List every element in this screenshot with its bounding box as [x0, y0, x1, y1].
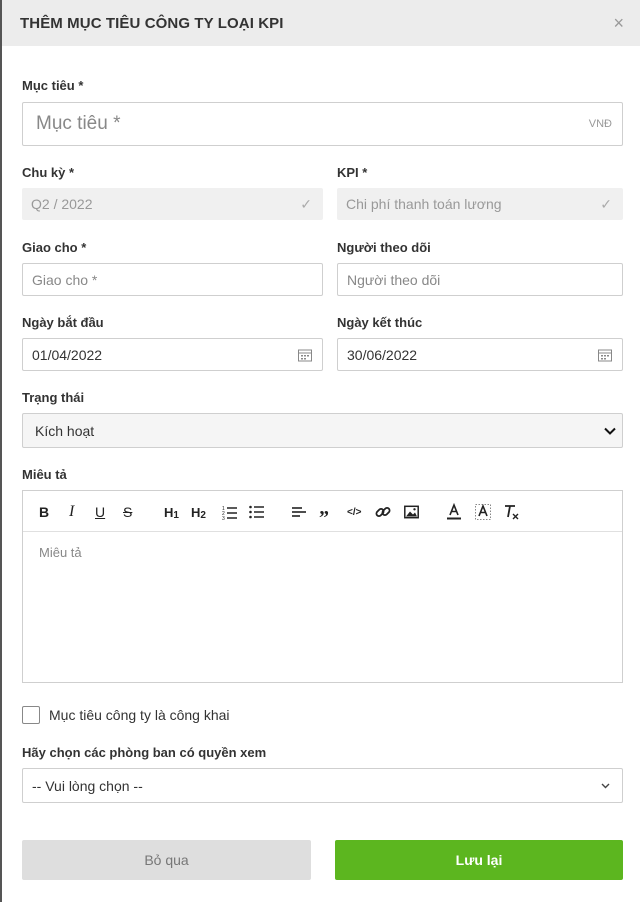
departments-select[interactable]: -- Vui lòng chọn -- [22, 768, 623, 803]
cycle-label: Chu kỳ * [22, 165, 75, 180]
background-color-icon[interactable] [475, 503, 491, 521]
underline-button[interactable]: U [95, 503, 105, 521]
end-date-label: Ngày kết thúc [337, 315, 423, 330]
check-icon: ✓ [300, 195, 312, 212]
ordered-list-icon[interactable]: 123 [222, 503, 237, 521]
assignee-placeholder: Giao cho * [32, 271, 98, 288]
chevron-down-icon [601, 783, 610, 788]
currency-suffix: VNĐ [588, 118, 612, 130]
check-icon: ✓ [600, 195, 612, 212]
assignee-input[interactable]: Giao cho * [22, 263, 323, 296]
align-left-icon[interactable] [292, 503, 306, 521]
save-button[interactable]: Lưu lại [335, 840, 623, 880]
chevron-down-icon [604, 427, 616, 435]
add-company-kpi-target-dialog: THÊM MỤC TIÊU CÔNG TY LOẠI KPI × Mục tiê… [0, 0, 640, 902]
kpi-value: Chi phí thanh toán lương [346, 196, 502, 212]
description-label: Miêu tả [22, 467, 67, 482]
departments-value: -- Vui lòng chọn -- [32, 777, 143, 794]
heading2-button[interactable]: H2 [191, 503, 206, 521]
end-date-input[interactable]: 30/06/2022 [337, 338, 623, 371]
target-input[interactable]: Mục tiêu * VNĐ [22, 102, 623, 146]
departments-label: Hãy chọn các phòng ban có quyền xem [22, 745, 267, 760]
italic-button[interactable]: I [69, 503, 74, 521]
cancel-button[interactable]: Bỏ qua [22, 840, 311, 880]
calendar-icon[interactable] [598, 348, 612, 361]
cycle-field: Q2 / 2022 ✓ [22, 188, 323, 220]
svg-text:3: 3 [222, 516, 225, 521]
status-label: Trạng thái [22, 390, 85, 405]
target-placeholder: Mục tiêu * [36, 113, 121, 134]
start-date-value: 01/04/2022 [32, 346, 103, 363]
cycle-value: Q2 / 2022 [31, 196, 93, 212]
description-placeholder: Miêu tả [39, 545, 82, 560]
status-value: Kích hoạt [35, 422, 95, 439]
start-date-input[interactable]: 01/04/2022 [22, 338, 323, 371]
status-select[interactable]: Kích hoạt [22, 413, 623, 448]
follower-label: Người theo dõi [337, 240, 431, 255]
close-icon[interactable]: × [613, 14, 624, 32]
bullet-list-icon[interactable] [249, 503, 264, 521]
strikethrough-button[interactable]: S [123, 503, 132, 521]
text-color-icon[interactable] [447, 503, 461, 521]
calendar-icon[interactable] [298, 348, 312, 361]
start-date-label: Ngày bắt đầu [22, 315, 104, 330]
dialog-title: THÊM MỤC TIÊU CÔNG TY LOẠI KPI [20, 14, 284, 32]
assignee-label: Giao cho * [22, 240, 87, 255]
image-icon[interactable] [404, 503, 419, 521]
end-date-value: 30/06/2022 [347, 346, 418, 363]
follower-input[interactable]: Người theo dõi [337, 263, 623, 296]
dialog-header: THÊM MỤC TIÊU CÔNG TY LOẠI KPI × [2, 0, 640, 46]
kpi-field: Chi phí thanh toán lương ✓ [337, 188, 623, 220]
code-icon[interactable]: </> [347, 503, 361, 521]
clear-format-icon[interactable] [503, 503, 519, 521]
public-checkbox[interactable] [22, 706, 40, 724]
editor-toolbar: B I U S H1 H2 123 ” </> [22, 490, 623, 532]
heading1-button[interactable]: H1 [164, 503, 179, 521]
link-icon[interactable] [375, 503, 391, 521]
description-editor[interactable]: Miêu tả [22, 531, 623, 683]
blockquote-icon[interactable]: ” [319, 503, 329, 529]
public-checkbox-label[interactable]: Mục tiêu công ty là công khai [49, 707, 230, 723]
bold-button[interactable]: B [39, 503, 49, 521]
kpi-label: KPI * [337, 165, 368, 180]
follower-placeholder: Người theo dõi [347, 271, 441, 288]
target-label: Mục tiêu * [22, 78, 84, 93]
